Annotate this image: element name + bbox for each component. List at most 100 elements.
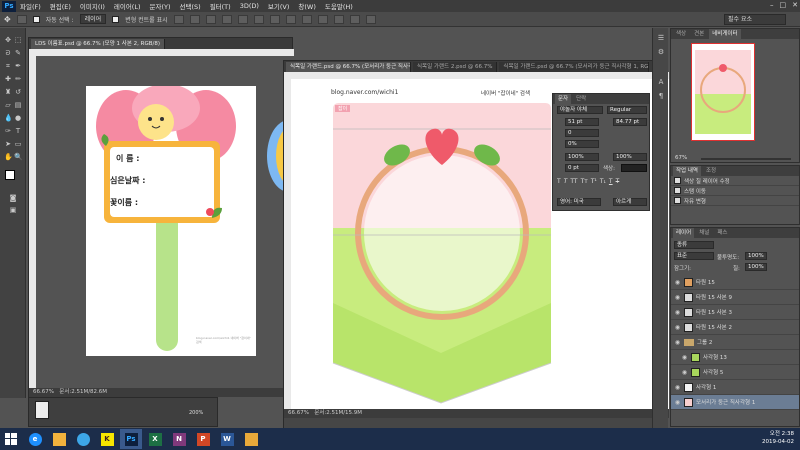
menu-help[interactable]: 도움말(H): [325, 1, 353, 11]
distribute-middle-button[interactable]: [285, 14, 296, 24]
workspace-dropdown[interactable]: 필수 요소: [724, 14, 786, 25]
distribute-center-button[interactable]: [333, 14, 344, 24]
quick-select-tool-icon[interactable]: ✎: [14, 49, 22, 57]
layer-row[interactable]: ◉ 타원 15 사본 2: [671, 320, 799, 335]
shape-tool-icon[interactable]: ▭: [14, 140, 22, 148]
all-caps-button[interactable]: TT: [570, 178, 577, 188]
auto-select-checkbox[interactable]: [32, 15, 40, 23]
history-brush-tool-icon[interactable]: ↺: [14, 88, 22, 96]
antialias-dropdown[interactable]: 아르게: [613, 198, 647, 206]
history-icon[interactable]: ☰: [657, 34, 665, 42]
eye-icon[interactable]: ◉: [674, 309, 681, 316]
layer-row[interactable]: ◉ 사각형 5: [671, 365, 799, 380]
blur-tool-icon[interactable]: 💧: [4, 114, 13, 122]
healing-tool-icon[interactable]: ✚: [4, 75, 12, 83]
doc2-tab-2[interactable]: 식목일 가랜드 2.psd @ 66.7%: [413, 61, 498, 72]
vertical-scale-field[interactable]: 100%: [565, 153, 599, 161]
path-select-tool-icon[interactable]: ➤: [4, 140, 12, 148]
menu-image[interactable]: 이미지(I): [80, 1, 105, 11]
align-middle-button[interactable]: [189, 14, 200, 24]
eraser-tool-icon[interactable]: ▱: [4, 101, 12, 109]
minimized-doc-thumb[interactable]: [35, 401, 49, 419]
eye-icon[interactable]: ◉: [674, 399, 681, 406]
leading-field[interactable]: 84.77 pt: [613, 118, 647, 126]
doc2-tab-1[interactable]: 식목일 가랜드.psd @ 66.7% (모서리가 둥근 직사각형 1, RGB…: [286, 61, 411, 72]
align-right-button[interactable]: [253, 14, 264, 24]
zoom-tool-icon[interactable]: 🔍: [14, 153, 23, 161]
font-size-field[interactable]: 51 pt: [565, 118, 599, 126]
photoshop-logo[interactable]: Ps: [2, 0, 16, 12]
layer-group-row[interactable]: ◉ 그룹 2: [671, 335, 799, 350]
layer-row[interactable]: ◉ 타원 15: [671, 275, 799, 290]
fill-field[interactable]: 100%: [745, 263, 767, 271]
taskbar-excel[interactable]: X: [144, 429, 166, 449]
eyedropper-tool-icon[interactable]: ✒: [14, 62, 22, 70]
navigator-zoom[interactable]: 67%: [675, 155, 687, 161]
tab-paths[interactable]: 패스: [714, 228, 730, 238]
history-item[interactable]: 자유 변형: [671, 196, 799, 206]
tab-adjustments[interactable]: 조정: [703, 166, 719, 176]
layer-row[interactable]: ◉ 타원 15 사본 3: [671, 305, 799, 320]
move-tool-icon[interactable]: ✥: [4, 36, 12, 44]
doc1-tab[interactable]: LDS 이름표.psd @ 66.7% (모양 1 사본 2, RGB/8): [31, 38, 166, 49]
gradient-tool-icon[interactable]: ▤: [14, 101, 22, 109]
layer-row[interactable]: ◉ 사각형 1: [671, 380, 799, 395]
brush-tool-icon[interactable]: ✏: [14, 75, 22, 83]
distribute-right-button[interactable]: [349, 14, 360, 24]
menu-edit[interactable]: 편집(E): [50, 1, 71, 11]
menu-layer[interactable]: 레이어(L): [114, 1, 141, 11]
align-center-button[interactable]: [237, 14, 248, 24]
faux-bold-button[interactable]: T: [557, 178, 561, 188]
subscript-button[interactable]: T₁: [600, 178, 606, 188]
character-icon[interactable]: A: [657, 78, 665, 86]
layer-row[interactable]: ◉ 사각형 13: [671, 350, 799, 365]
tab-color[interactable]: 색상: [673, 29, 689, 39]
taskbar-explorer[interactable]: [48, 429, 70, 449]
quick-mask-icon[interactable]: ◙: [9, 194, 17, 202]
doc1-zoom[interactable]: 66.67%: [33, 389, 54, 395]
tool-preset-button[interactable]: [16, 14, 27, 24]
menu-type[interactable]: 문자(Y): [150, 1, 171, 11]
navigator-zoom-slider[interactable]: [701, 158, 791, 160]
dodge-tool-icon[interactable]: ●: [14, 114, 22, 122]
menu-select[interactable]: 선택(S): [180, 1, 201, 11]
underline-button[interactable]: T: [609, 178, 613, 188]
taskbar-word[interactable]: W: [216, 429, 238, 449]
layer-row[interactable]: ◉ 타원 15 사본 9: [671, 290, 799, 305]
tracking-field[interactable]: 0%: [565, 140, 599, 148]
taskbar-powerpoint[interactable]: P: [192, 429, 214, 449]
layer-row-selected[interactable]: ◉ 모서리가 둥근 직사각형 1: [671, 395, 799, 410]
lasso-tool-icon[interactable]: ᘐ: [4, 49, 12, 57]
history-item[interactable]: 색상 칠 레이어 수정: [671, 176, 799, 186]
taskbar-folder[interactable]: [240, 429, 262, 449]
eye-icon[interactable]: ◉: [674, 294, 681, 301]
tab-navigator[interactable]: 네비게이터: [709, 29, 741, 39]
menu-3d[interactable]: 3D(D): [240, 2, 259, 10]
stamp-tool-icon[interactable]: ♜: [4, 88, 12, 96]
history-item[interactable]: 스탬 이동: [671, 186, 799, 196]
menu-view[interactable]: 보기(V): [268, 1, 289, 11]
hand-tool-icon[interactable]: ✋: [4, 153, 13, 161]
properties-icon[interactable]: ⚙: [657, 48, 665, 56]
blend-mode-dropdown[interactable]: 표준: [674, 252, 714, 260]
font-style-dropdown[interactable]: Regular: [607, 106, 647, 114]
small-caps-button[interactable]: Tт: [581, 178, 588, 188]
eye-icon[interactable]: ◉: [681, 369, 688, 376]
taskbar-ie[interactable]: e: [24, 429, 46, 449]
maximize-button[interactable]: □: [780, 1, 787, 9]
taskbar-onenote[interactable]: N: [168, 429, 190, 449]
eye-icon[interactable]: ◉: [674, 339, 681, 346]
close-button[interactable]: ✕: [792, 1, 798, 9]
distribute-bottom-button[interactable]: [301, 14, 312, 24]
opacity-field[interactable]: 100%: [745, 252, 767, 260]
navigator-preview[interactable]: [691, 43, 755, 141]
eye-icon[interactable]: ◉: [674, 324, 681, 331]
tab-channels[interactable]: 채널: [696, 228, 712, 238]
paragraph-icon[interactable]: ¶: [657, 92, 665, 100]
menu-filter[interactable]: 필터(T): [210, 1, 231, 11]
horizontal-scale-field[interactable]: 100%: [613, 153, 647, 161]
align-left-button[interactable]: [221, 14, 232, 24]
crop-tool-icon[interactable]: ⌗: [4, 62, 12, 70]
baseline-shift-field[interactable]: 0 pt: [565, 164, 599, 172]
start-button[interactable]: [0, 429, 22, 449]
